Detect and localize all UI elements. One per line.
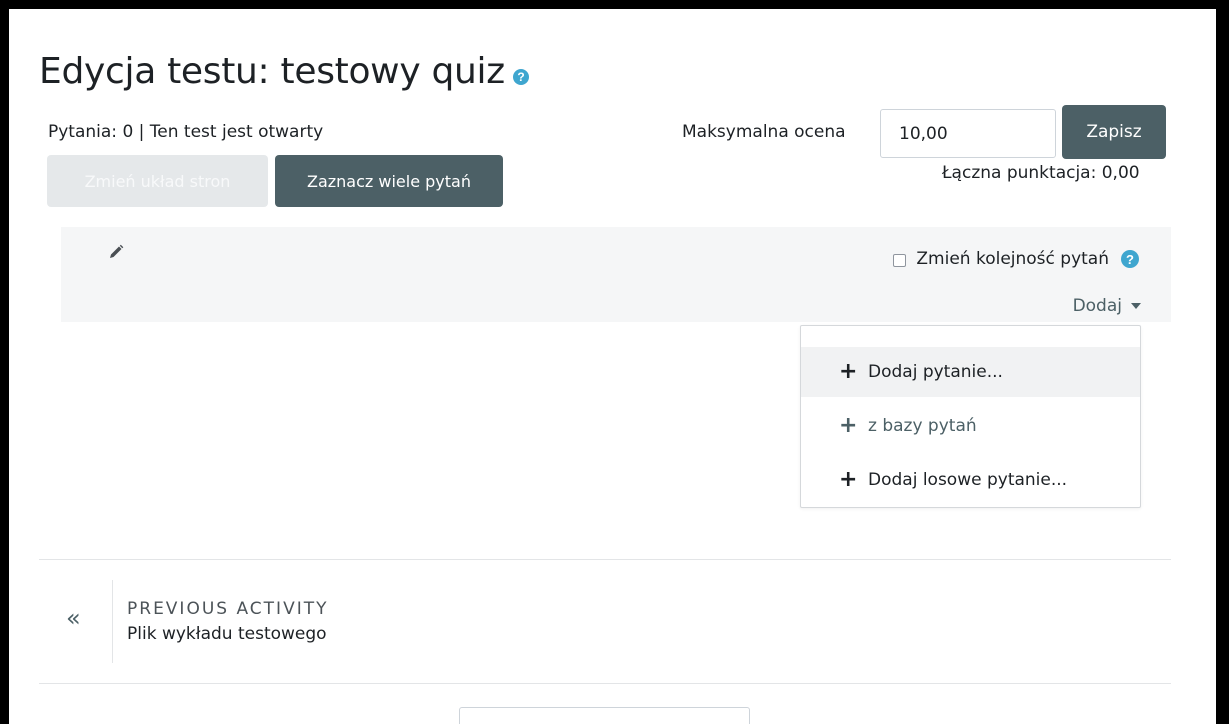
add-menu: + Dodaj pytanie... + z bazy pytań + Doda…: [800, 325, 1141, 508]
menu-item-label: z bazy pytań: [868, 416, 977, 436]
nav-separator: [112, 580, 113, 663]
pencil-icon[interactable]: [108, 244, 124, 260]
reorder-help-icon[interactable]: ?: [1121, 250, 1139, 268]
quiz-status: Pytania: 0 | Ten test jest otwarty: [48, 122, 324, 142]
help-icon[interactable]: ?: [512, 68, 529, 85]
reorder-questions[interactable]: Zmień kolejność pytań ?: [893, 249, 1139, 269]
divider: [39, 559, 1171, 560]
page-title: Edycja testu: testowy quiz ?: [39, 51, 529, 92]
previous-activity-heading: PREVIOUS ACTIVITY: [127, 599, 329, 619]
menu-item-label: Dodaj losowe pytanie...: [868, 470, 1068, 490]
jump-to-select[interactable]: [459, 707, 750, 724]
section-header: Zmień kolejność pytań ? Dodaj: [61, 227, 1171, 322]
previous-activity-name: Plik wykładu testowego: [127, 624, 327, 644]
repaginate-button: Zmień układ stron: [47, 155, 268, 207]
divider: [39, 683, 1171, 684]
caret-down-icon: [1131, 303, 1141, 309]
plus-icon: +: [839, 467, 858, 492]
plus-icon: +: [839, 359, 858, 384]
menu-item-label: Dodaj pytanie...: [868, 362, 1003, 382]
reorder-checkbox[interactable]: [893, 253, 907, 267]
page-frame: Edycja testu: testowy quiz ? Pytania: 0 …: [9, 9, 1216, 724]
menu-item-add-question[interactable]: + Dodaj pytanie...: [801, 347, 1140, 397]
menu-item-add-random[interactable]: + Dodaj losowe pytanie...: [801, 455, 1140, 505]
plus-icon: +: [839, 413, 858, 438]
max-grade-input[interactable]: [880, 109, 1056, 158]
select-multiple-button[interactable]: Zaznacz wiele pytań: [275, 155, 503, 207]
menu-item-from-bank[interactable]: + z bazy pytań: [801, 401, 1140, 451]
previous-activity-link[interactable]: « PREVIOUS ACTIVITY Plik wykładu testowe…: [39, 580, 439, 663]
save-button[interactable]: Zapisz: [1062, 105, 1166, 159]
max-grade-label: Maksymalna ocena: [682, 122, 846, 142]
add-dropdown-toggle[interactable]: Dodaj: [1073, 296, 1141, 316]
total-points: Łączna punktacja: 0,00: [942, 163, 1140, 183]
double-chevron-left-icon: «: [66, 604, 81, 632]
add-label: Dodaj: [1072, 296, 1122, 316]
page-title-text: Edycja testu: testowy quiz: [39, 51, 505, 92]
reorder-label: Zmień kolejność pytań: [916, 249, 1109, 269]
